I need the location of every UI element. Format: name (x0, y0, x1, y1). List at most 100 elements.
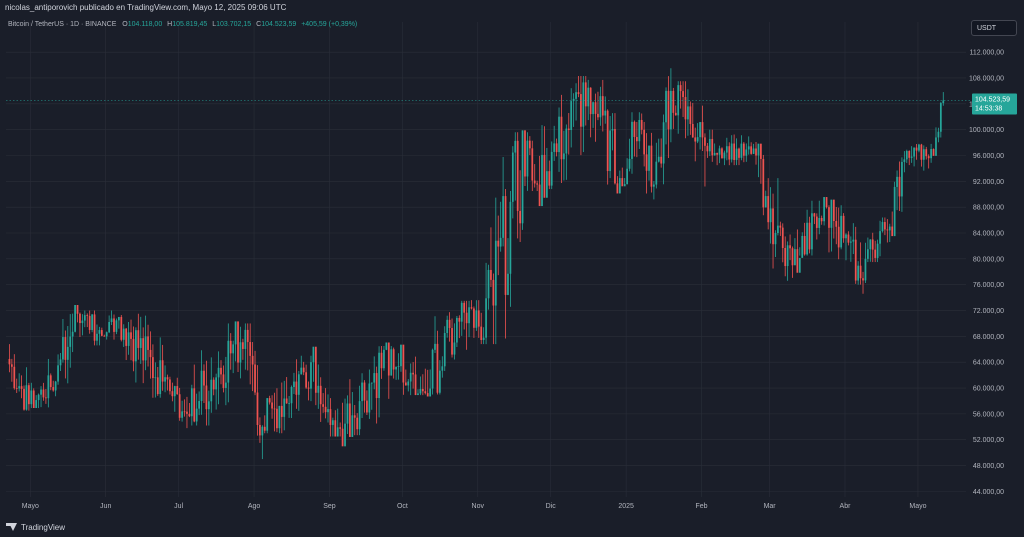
price-tick-label: 64.000,00 (973, 360, 1004, 367)
candle-body (643, 129, 646, 155)
candle-body (256, 392, 259, 425)
candle-body (139, 338, 142, 348)
candle-body (186, 411, 188, 414)
candle-body (353, 415, 356, 418)
time-tick-label: Abr (840, 503, 852, 510)
candle-body (400, 344, 402, 367)
high-value: 105.819,45 (172, 21, 208, 28)
candle-body (635, 137, 638, 142)
candle-body (210, 379, 213, 402)
candle-body (229, 340, 232, 354)
candle-body (62, 337, 64, 360)
candle-body (541, 154, 543, 207)
change-value: +405,59 (+0,39%) (301, 21, 358, 28)
candle-body (18, 386, 21, 389)
symbol-name[interactable]: Bitcoin / TetherUS · 1D · BINANCE (8, 21, 116, 28)
candle-body (251, 355, 254, 365)
candle-body (903, 159, 906, 162)
time-tick-label: Sep (323, 503, 336, 510)
candle-body (922, 149, 925, 160)
candle-body (670, 90, 672, 130)
candle-body (835, 221, 838, 227)
price-chart[interactable]: 112.000,00108.000,00104.000,00100.000,00… (0, 0, 1024, 537)
candle-body (521, 130, 524, 224)
candle-body (59, 359, 62, 366)
candle-body (718, 148, 721, 155)
candle-body (66, 346, 69, 360)
candle-body (232, 344, 235, 354)
candle-body (740, 143, 743, 158)
candle-body (653, 184, 655, 187)
price-tick-label: 92.000,00 (973, 179, 1004, 186)
candle-body (932, 149, 935, 156)
candle-body (297, 374, 300, 395)
candle-body (616, 183, 619, 194)
candle-body (886, 229, 889, 231)
candle-body (49, 375, 52, 388)
candle-body (331, 420, 334, 425)
candle-body (920, 144, 923, 160)
candle-body (735, 148, 738, 160)
candle-body (25, 385, 28, 410)
price-tick-label: 56.000,00 (973, 411, 1004, 418)
candle-body (930, 149, 932, 159)
candle-body (117, 316, 120, 321)
candle-body (769, 208, 772, 223)
candle-body (509, 201, 512, 274)
candle-body (859, 265, 862, 279)
candle-body (173, 386, 176, 397)
candle-body (558, 116, 560, 153)
candle-body (64, 337, 67, 360)
candle-body (310, 362, 312, 389)
candle-body (300, 367, 303, 375)
candle-body (431, 349, 434, 389)
candle-body (380, 352, 383, 369)
candle-body (867, 249, 869, 259)
candle-body (857, 265, 860, 281)
candle-body (830, 199, 833, 228)
candle-body (623, 184, 626, 187)
candle-body (779, 225, 782, 228)
candle-body (205, 385, 208, 410)
candle-body (13, 366, 16, 389)
candle-body (378, 352, 380, 399)
candle-body (563, 153, 565, 160)
candle-body (891, 226, 894, 237)
candle-body (460, 302, 463, 322)
candle-body (200, 370, 203, 402)
candle-body (913, 147, 915, 157)
price-tick-label: 76.000,00 (973, 282, 1004, 289)
tradingview-logo[interactable]: TradingView (6, 521, 65, 533)
candle-body (10, 364, 13, 367)
candle-body (842, 215, 845, 239)
candle-body (638, 119, 641, 142)
currency-button[interactable]: USDT (971, 20, 1017, 36)
candle-body (130, 332, 132, 339)
candle-body (502, 196, 504, 238)
candle-body (492, 279, 495, 306)
candle-body (730, 143, 733, 160)
candle-body (329, 409, 332, 425)
candle-body (657, 156, 660, 162)
candle-body (302, 367, 305, 373)
time-tick-label: Mar (764, 503, 777, 510)
candle-body (227, 340, 230, 383)
time-tick-label: Dic (546, 503, 557, 510)
candle-body (706, 145, 709, 152)
candle-body (852, 239, 855, 242)
candle-body (876, 243, 879, 258)
candle-body (774, 233, 777, 245)
candle-body (404, 382, 407, 386)
candle-body (528, 140, 531, 149)
candle-body (263, 426, 266, 431)
candle-body (738, 148, 740, 158)
candle-body (224, 382, 227, 388)
candle-body (567, 128, 570, 130)
candle-body (98, 330, 101, 334)
candle-body (485, 298, 487, 338)
candle-body (772, 208, 774, 245)
candle-body (242, 342, 244, 349)
candle-body (701, 122, 704, 138)
candle-body (15, 388, 18, 389)
candle-body (164, 377, 166, 382)
